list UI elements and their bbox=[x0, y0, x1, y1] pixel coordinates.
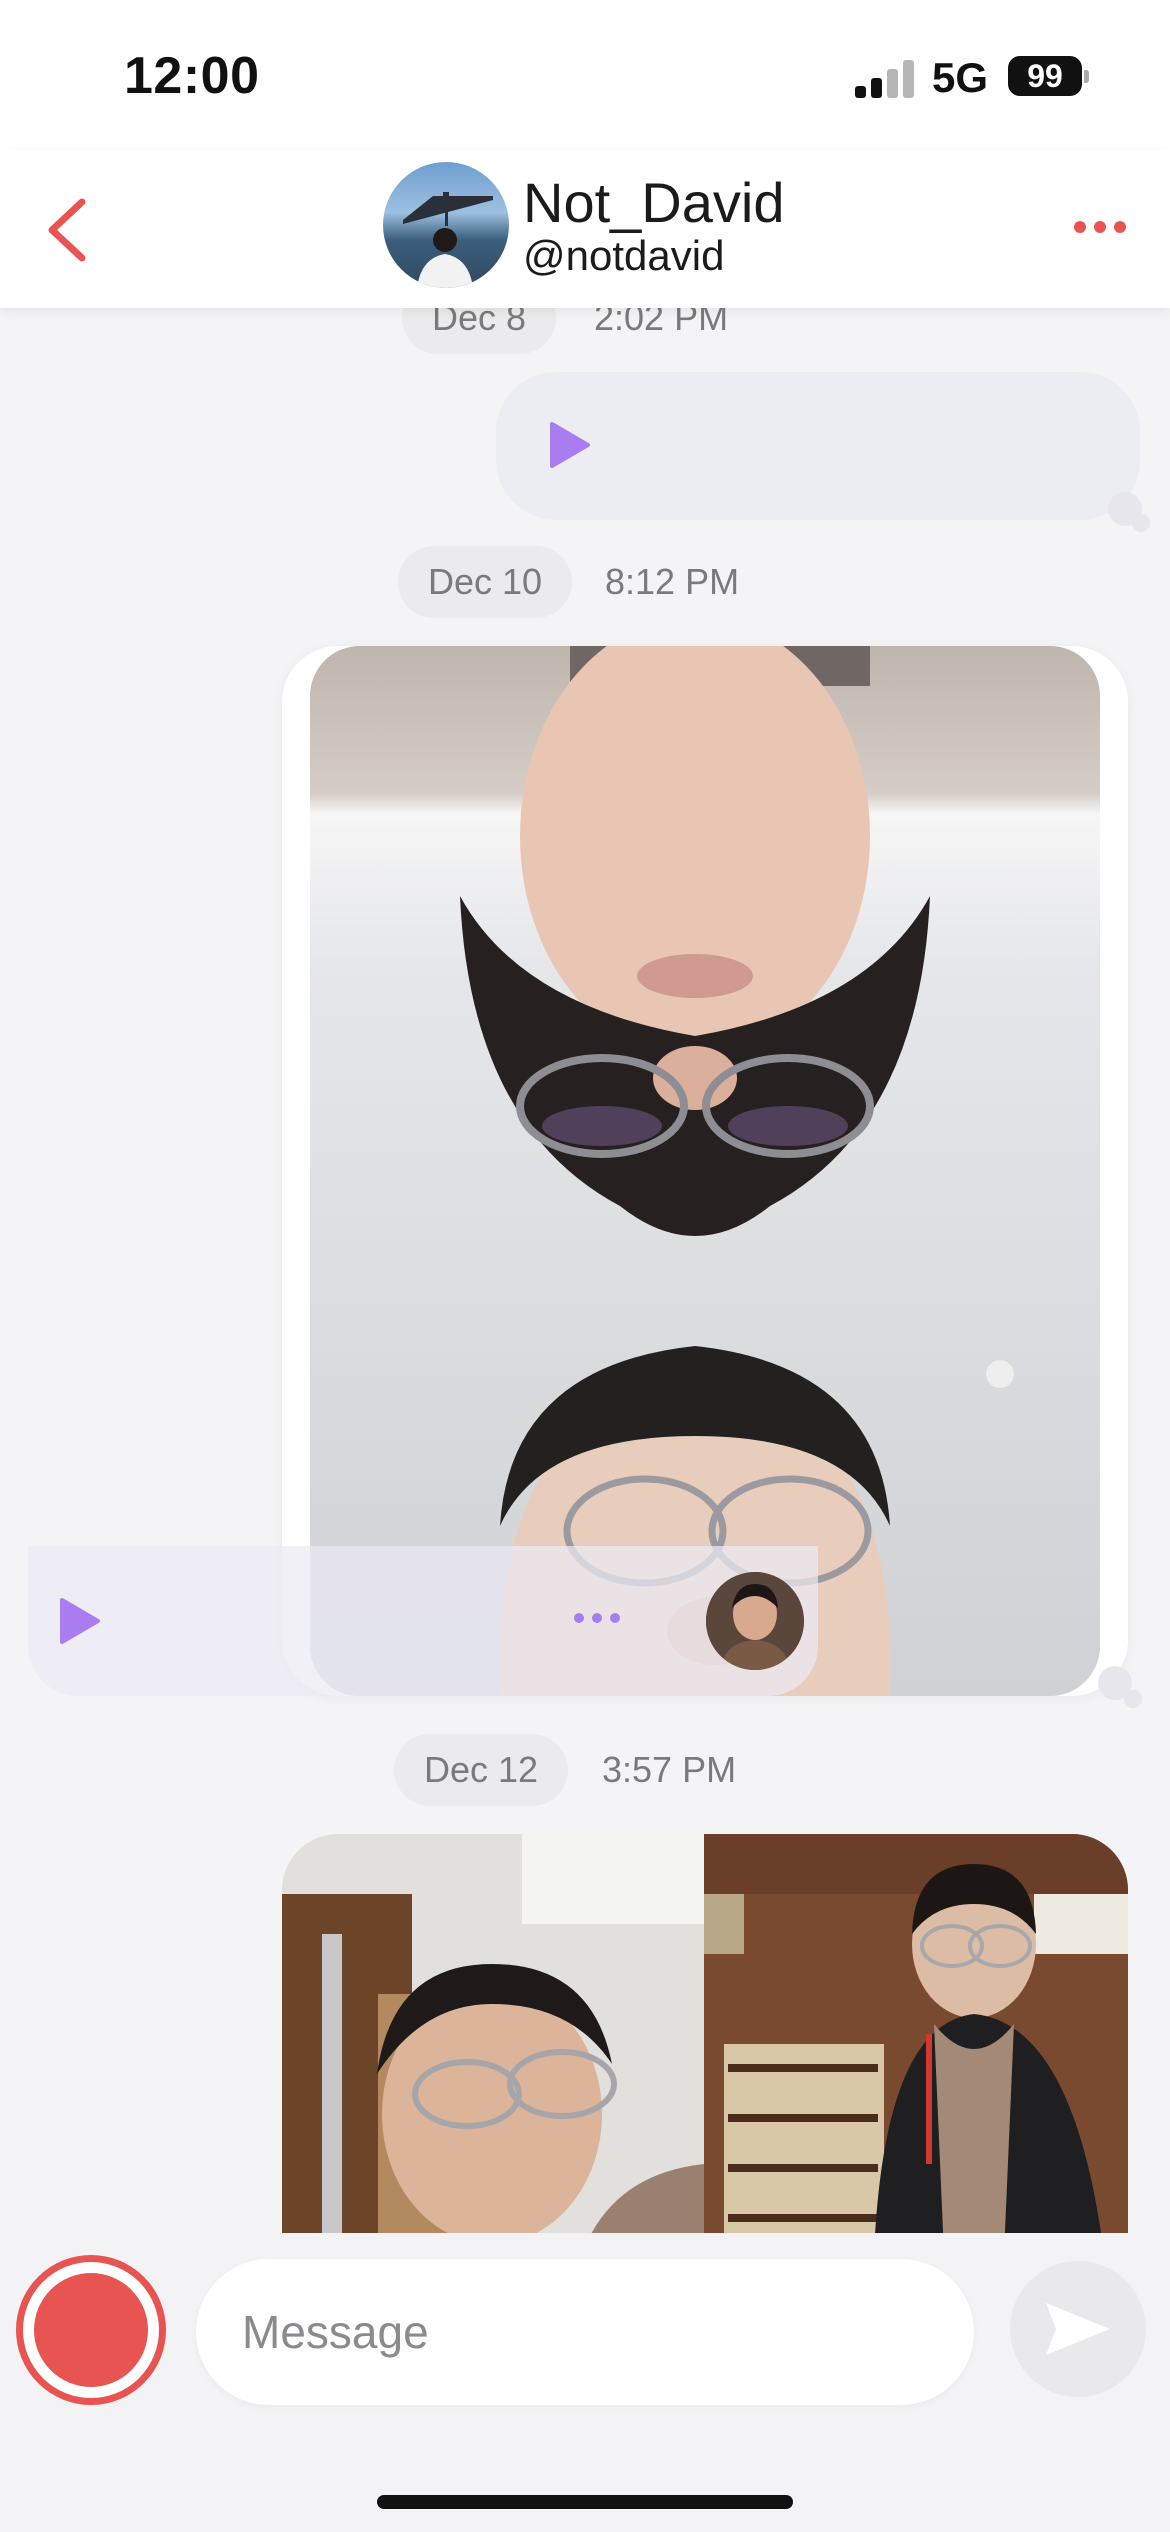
more-options-button[interactable] bbox=[1070, 212, 1130, 242]
message-list[interactable]: Dec 8 2:02 PM Dec 10 8:12 PM Dec 12 3:57… bbox=[0, 308, 1170, 2233]
battery-level: 99 bbox=[1027, 58, 1063, 94]
contact-handle: @notdavid bbox=[523, 232, 725, 279]
video-controls-overlay bbox=[28, 1546, 818, 1696]
photo-thumbnail-right[interactable] bbox=[704, 1834, 1128, 2233]
message-date: Dec 8 bbox=[432, 308, 527, 338]
more-horizontal-icon[interactable] bbox=[572, 1608, 622, 1628]
contact-display-name: Not_David bbox=[523, 171, 785, 234]
play-icon[interactable] bbox=[58, 1596, 102, 1646]
sender-avatar[interactable] bbox=[706, 1572, 804, 1670]
message-input[interactable] bbox=[196, 2259, 974, 2405]
battery-tip bbox=[1084, 70, 1089, 83]
photo-thumbnail-left[interactable] bbox=[282, 1834, 704, 2233]
message-time: 8:12 PM bbox=[605, 561, 740, 602]
message-time: 3:57 PM bbox=[602, 1749, 737, 1790]
message-composer bbox=[0, 2233, 1170, 2532]
video-controls-bar bbox=[0, 1546, 846, 1696]
chevron-left-icon bbox=[48, 198, 86, 262]
sender-avatar-photo bbox=[706, 1572, 804, 1670]
date-pill: Dec 10 bbox=[398, 546, 573, 618]
date-pill: Dec 8 bbox=[402, 308, 557, 354]
battery-icon: 99 bbox=[1008, 56, 1082, 96]
message-date: Dec 10 bbox=[428, 561, 543, 602]
network-type: 5G bbox=[932, 54, 989, 101]
date-pill: Dec 12 bbox=[394, 1734, 569, 1806]
contact-avatar[interactable] bbox=[383, 162, 509, 288]
send-button[interactable] bbox=[1010, 2261, 1146, 2397]
message-time: 2:02 PM bbox=[594, 308, 729, 338]
back-button[interactable] bbox=[40, 190, 100, 270]
home-indicator bbox=[377, 2495, 793, 2509]
bubble-tail bbox=[1132, 514, 1150, 532]
play-icon[interactable] bbox=[548, 420, 592, 470]
cellular-signal-icon bbox=[855, 58, 915, 98]
status-time: 12:00 bbox=[124, 47, 260, 105]
avatar-photo bbox=[403, 192, 493, 288]
photo-message-grid[interactable] bbox=[282, 1834, 1128, 2233]
message-date: Dec 12 bbox=[424, 1749, 539, 1790]
more-horizontal-icon bbox=[1074, 221, 1126, 233]
video-thumbnail[interactable] bbox=[310, 646, 1100, 1696]
chat-header: Not_David @notdavid bbox=[0, 150, 1170, 308]
video-message-card[interactable] bbox=[282, 646, 1128, 1696]
record-icon bbox=[34, 2273, 148, 2387]
voice-message-bubble[interactable] bbox=[496, 372, 1140, 520]
record-button[interactable] bbox=[16, 2255, 166, 2405]
status-bar: 12:00 5G 99 bbox=[0, 0, 1170, 150]
bubble-tail bbox=[1124, 1690, 1142, 1708]
send-icon bbox=[1046, 2303, 1110, 2355]
video-thumbnail-image bbox=[310, 646, 1100, 1696]
